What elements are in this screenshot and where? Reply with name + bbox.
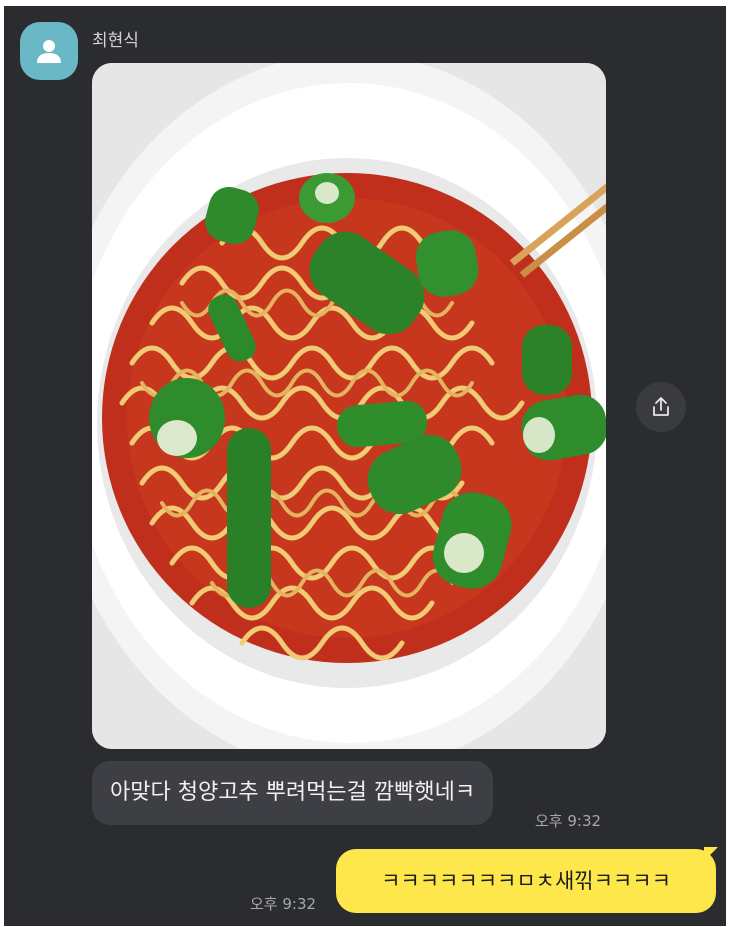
outgoing-bubble-tail <box>704 847 718 861</box>
outgoing-timestamp: 오후 9:32 <box>250 895 317 913</box>
share-icon <box>653 397 669 416</box>
person-icon <box>37 40 61 63</box>
outgoing-message-bubble[interactable]: ㅋㅋㅋㅋㅋㅋㅋㅁㅊ새끾ㅋㅋㅋㅋ <box>336 849 716 913</box>
photo-message[interactable] <box>92 63 606 749</box>
share-button[interactable] <box>636 382 686 432</box>
incoming-timestamp: 오후 9:32 <box>535 812 602 830</box>
chat-screen: 최현식 아맞다 청양고추 뿌려먹는걸 깜빡햇네ㅋ 오후 9:32 오후 9:32… <box>4 6 726 926</box>
incoming-message-bubble[interactable]: 아맞다 청양고추 뿌려먹는걸 깜빡햇네ㅋ <box>92 761 494 825</box>
avatar[interactable] <box>20 22 78 80</box>
sender-name: 최현식 <box>92 31 139 51</box>
ramen-photo <box>92 63 606 749</box>
